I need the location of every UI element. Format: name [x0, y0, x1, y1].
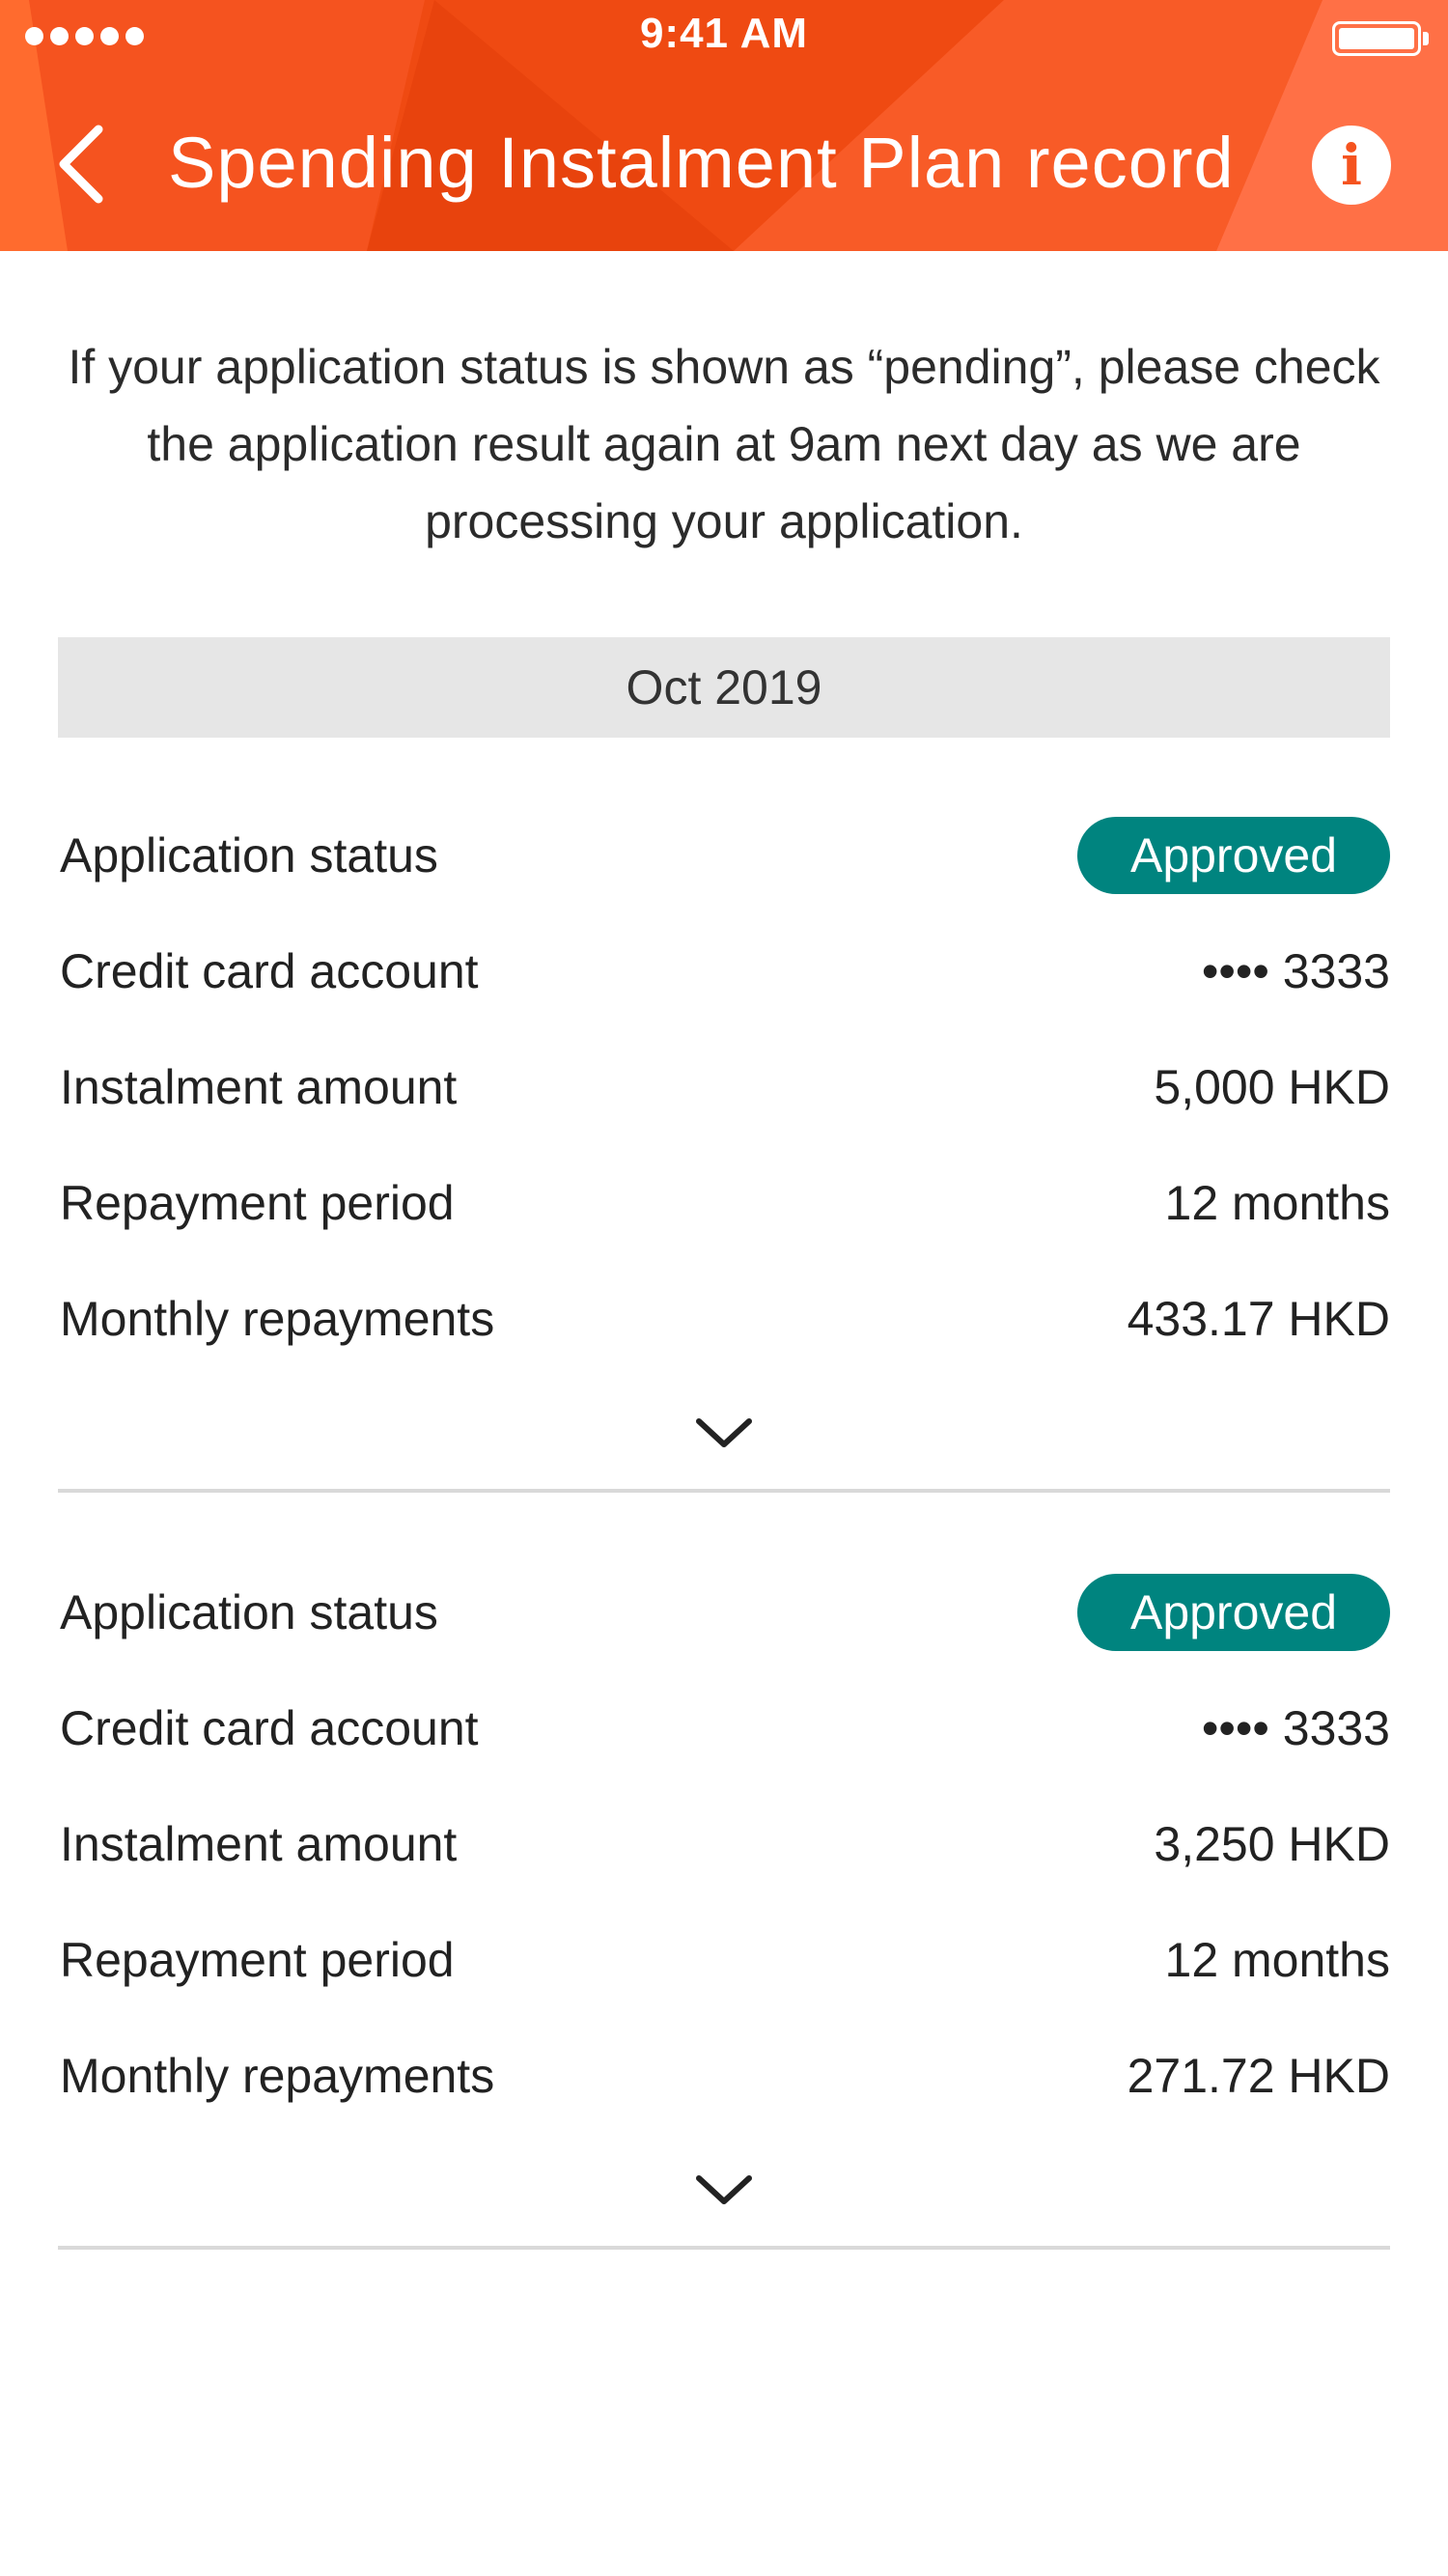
repayment-period-label: Repayment period [60, 1933, 455, 1987]
back-button[interactable] [46, 116, 114, 212]
repayment-period-value: 12 months [1164, 1933, 1390, 1987]
repayment-period-row: Repayment period 12 months [58, 1145, 1390, 1261]
info-button[interactable]: i [1312, 126, 1391, 205]
instalment-record: Application status Approved Credit card … [58, 798, 1390, 1493]
card-account-label: Credit card account [60, 944, 479, 998]
monthly-repayments-label: Monthly repayments [60, 1292, 495, 1346]
info-icon: i [1340, 132, 1363, 198]
month-header: Oct 2019 [58, 637, 1390, 738]
instalment-record: Application status Approved Credit card … [58, 1554, 1390, 2250]
repayment-period-row: Repayment period 12 months [58, 1902, 1390, 2018]
card-account-value: •••• 3333 [1201, 944, 1390, 998]
card-account-value: •••• 3333 [1201, 1701, 1390, 1755]
status-badge: Approved [1077, 1574, 1390, 1651]
chevron-left-icon [59, 125, 103, 204]
monthly-repayments-row: Monthly repayments 271.72 HKD [58, 2018, 1390, 2134]
monthly-repayments-value: 433.17 HKD [1127, 1292, 1390, 1346]
card-account-row: Credit card account •••• 3333 [58, 913, 1390, 1029]
status-row: Application status Approved [58, 798, 1390, 913]
repayment-period-label: Repayment period [60, 1176, 455, 1230]
status-label: Application status [60, 828, 438, 882]
chevron-down-icon [696, 1418, 752, 1447]
page-title: Spending Instalment Plan record [168, 123, 1235, 203]
monthly-repayments-value: 271.72 HKD [1127, 2049, 1390, 2103]
status-bar: 9:41 AM [0, 0, 1448, 77]
status-time: 9:41 AM [639, 10, 809, 57]
record-divider [58, 1489, 1390, 1493]
instalment-amount-row: Instalment amount 3,250 HKD [58, 1786, 1390, 1902]
status-row: Application status Approved [58, 1554, 1390, 1670]
chevron-down-icon [696, 2175, 752, 2204]
instalment-amount-label: Instalment amount [60, 1060, 458, 1114]
expand-record-button[interactable] [58, 1377, 1390, 1489]
card-account-row: Credit card account •••• 3333 [58, 1670, 1390, 1786]
repayment-period-value: 12 months [1164, 1176, 1390, 1230]
record-divider [58, 2246, 1390, 2250]
battery-tip [1423, 32, 1429, 45]
expand-record-button[interactable] [58, 2134, 1390, 2246]
pending-notice: If your application status is shown as “… [68, 340, 1380, 548]
instalment-record-screen: 9:41 AM Spending Instalment Plan record … [0, 0, 1448, 2576]
instalment-amount-label: Instalment amount [60, 1817, 458, 1871]
instalment-amount-value: 3,250 HKD [1154, 1817, 1390, 1871]
status-badge: Approved [1077, 817, 1390, 894]
instalment-amount-value: 5,000 HKD [1154, 1060, 1390, 1114]
app-header: 9:41 AM Spending Instalment Plan record … [0, 0, 1448, 251]
card-account-label: Credit card account [60, 1701, 479, 1755]
battery-icon [1332, 21, 1421, 56]
status-label: Application status [60, 1585, 438, 1639]
monthly-repayments-label: Monthly repayments [60, 2049, 495, 2103]
monthly-repayments-row: Monthly repayments 433.17 HKD [58, 1261, 1390, 1377]
instalment-amount-row: Instalment amount 5,000 HKD [58, 1029, 1390, 1145]
